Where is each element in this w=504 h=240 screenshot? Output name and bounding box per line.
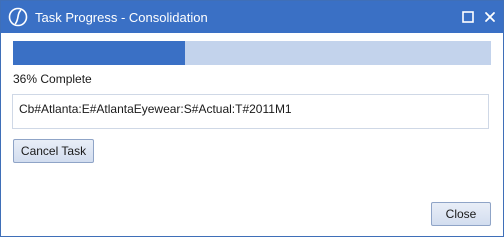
close-button[interactable]: Close bbox=[431, 202, 491, 226]
app-logo-icon bbox=[8, 7, 28, 27]
progress-label: 36% Complete bbox=[13, 72, 92, 86]
cancel-task-button[interactable]: Cancel Task bbox=[13, 139, 94, 163]
task-detail-text: Cb#Atlanta:E#AtlantaEyewear:S#Actual:T#2… bbox=[19, 102, 292, 116]
progress-bar-fill bbox=[13, 41, 186, 65]
title-bar[interactable]: Task Progress - Consolidation bbox=[1, 1, 503, 33]
window-title: Task Progress - Consolidation bbox=[35, 10, 208, 25]
maximize-icon[interactable] bbox=[461, 10, 475, 24]
task-detail-box: Cb#Atlanta:E#AtlantaEyewear:S#Actual:T#2… bbox=[12, 94, 489, 129]
progress-bar bbox=[13, 41, 491, 65]
task-progress-dialog: Task Progress - Consolidation 36% Comple… bbox=[0, 0, 504, 237]
close-icon[interactable] bbox=[483, 10, 497, 24]
